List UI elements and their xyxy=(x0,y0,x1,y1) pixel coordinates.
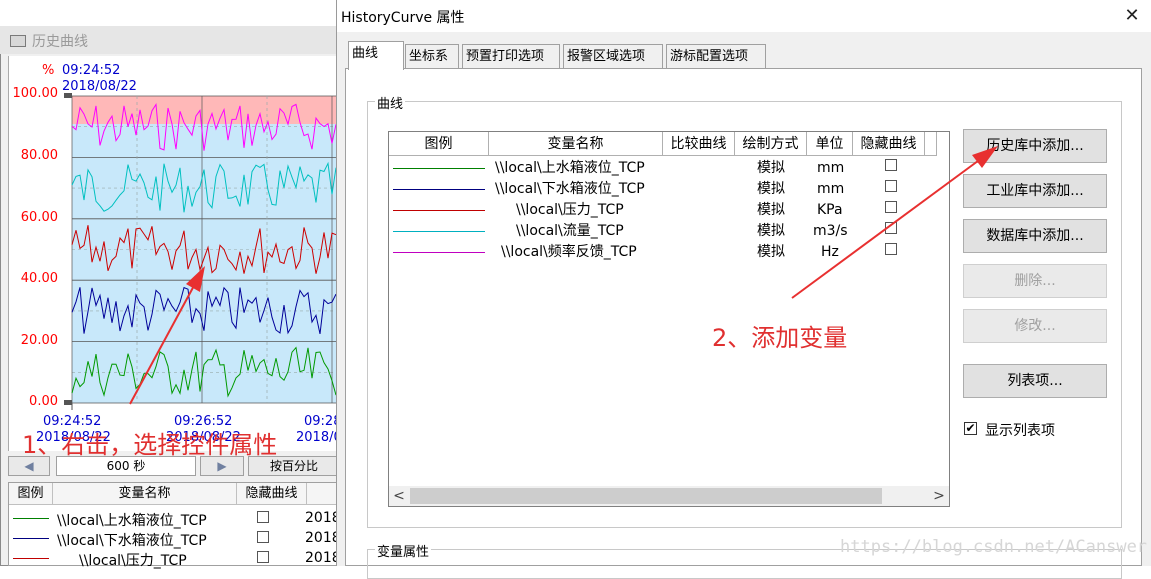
arrow-head-2 xyxy=(972,146,998,168)
tab-curve[interactable]: 曲线 xyxy=(348,41,404,70)
watermark: https://blog.csdn.net/ACanswer xyxy=(840,537,1148,557)
annotation-arrows xyxy=(129,146,998,405)
arrow-head-1 xyxy=(186,266,205,292)
annotation-arrow-1 xyxy=(129,281,197,405)
annotation-arrow-2 xyxy=(791,157,983,299)
